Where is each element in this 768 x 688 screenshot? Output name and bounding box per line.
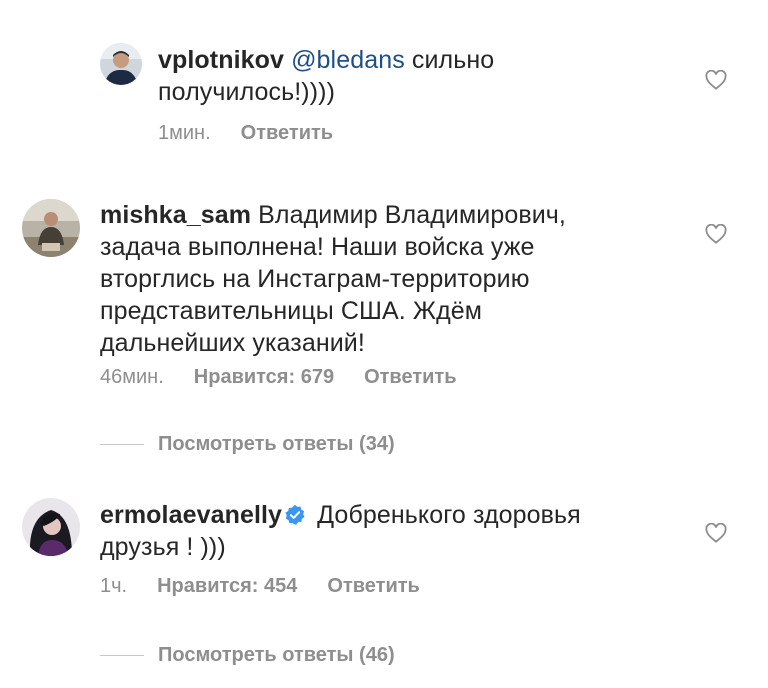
- comment-body: представительницы США. Ждём: [100, 297, 483, 325]
- comment-meta: 1мин. Ответить: [158, 121, 363, 145]
- comment-time: 1мин.: [158, 122, 211, 144]
- comment-time: 46мин.: [100, 366, 164, 388]
- reply-button[interactable]: Ответить: [327, 575, 419, 597]
- avatar-mishka-sam[interactable]: [22, 199, 80, 257]
- comment-body: Владимир Владимирович,: [258, 201, 566, 229]
- comment-body: Добренького здоровья: [317, 501, 581, 529]
- view-replies-label[interactable]: Посмотреть ответы (46): [158, 643, 395, 667]
- comment-body: сильно: [411, 46, 495, 74]
- comment-body: задача выполнена! Наши войска уже: [100, 233, 535, 261]
- comment-text: vplotnikov @bledans сильно получилось!))…: [158, 44, 678, 108]
- divider: [100, 654, 144, 656]
- reply-button[interactable]: Ответить: [364, 366, 456, 388]
- comment-text: mishka_sam Владимир Владимирович, задача…: [100, 199, 660, 359]
- comment-username[interactable]: mishka_sam: [100, 201, 251, 229]
- avatar-ermolaevanelly[interactable]: [22, 498, 80, 556]
- comment-username[interactable]: vplotnikov: [158, 46, 284, 74]
- comment-meta: 46мин. Нравится: 679 Ответить: [100, 365, 487, 389]
- verified-badge-icon: [285, 504, 305, 525]
- heart-icon[interactable]: [705, 523, 727, 543]
- heart-icon[interactable]: [705, 70, 727, 90]
- mention-link[interactable]: @bledans: [291, 46, 405, 74]
- reply-button[interactable]: Ответить: [241, 122, 333, 144]
- likes-count[interactable]: Нравится: 679: [194, 366, 334, 388]
- view-replies-button[interactable]: Посмотреть ответы (46): [100, 643, 395, 667]
- divider: [100, 443, 144, 445]
- heart-icon[interactable]: [705, 224, 727, 244]
- comment-body: друзья ! ))): [100, 533, 226, 561]
- likes-count[interactable]: Нравится: 454: [157, 575, 297, 597]
- comment-body: вторглись на Инстаграм-территорию: [100, 265, 530, 293]
- comment-body: получилось!)))): [158, 78, 336, 106]
- comment-meta: 1ч. Нравится: 454 Ответить: [100, 574, 450, 598]
- avatar-vplotnikov[interactable]: [100, 43, 142, 85]
- comment-username[interactable]: ermolaevanelly: [100, 501, 282, 529]
- view-replies-label[interactable]: Посмотреть ответы (34): [158, 432, 395, 456]
- comment-text: ermolaevanelly Добренького здоровья друз…: [100, 499, 660, 563]
- view-replies-button[interactable]: Посмотреть ответы (34): [100, 432, 395, 456]
- comment-time: 1ч.: [100, 575, 128, 597]
- comment-body: дальнейших указаний!: [100, 329, 365, 357]
